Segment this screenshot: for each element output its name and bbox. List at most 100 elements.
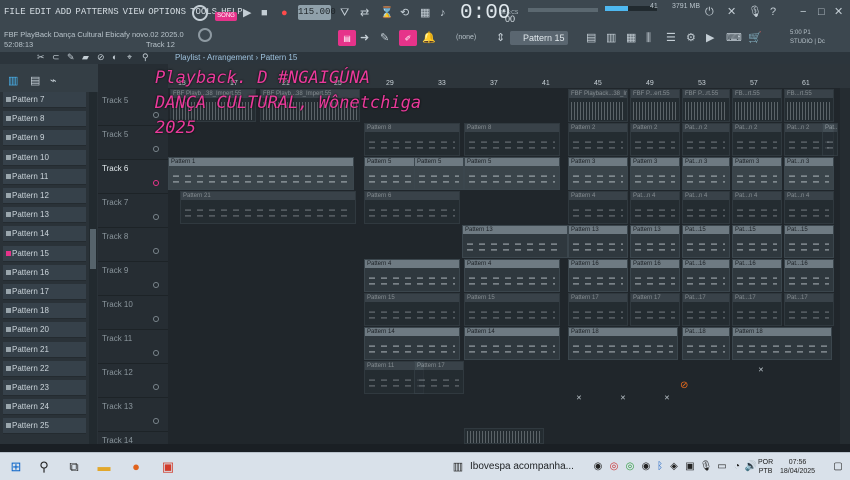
track-mute-dot[interactable] [153, 418, 159, 424]
pattern-item[interactable]: Pattern 13 [3, 207, 86, 224]
playlist-clip[interactable]: Pat...17 [732, 293, 782, 326]
paint-icon[interactable]: ▰ [82, 50, 89, 64]
pencil-icon[interactable]: ✎ [380, 31, 389, 45]
pattern-item[interactable]: Pattern 14 [3, 226, 86, 243]
playlist-clip[interactable]: Pat...n 4 [784, 191, 834, 224]
language-indicator[interactable]: POR PTB [758, 458, 773, 476]
playlist-clip[interactable]: Pattern 8 [464, 123, 560, 156]
track-header[interactable]: Track 13 [98, 398, 168, 432]
playlist-clip[interactable]: FB...rt.55 [732, 89, 782, 122]
playlist-clip[interactable]: Pat...15 [784, 225, 834, 258]
automation-icon[interactable]: ⌁ [50, 74, 57, 88]
windows-start-icon[interactable]: ⊞ [6, 457, 26, 477]
cart-icon[interactable]: 🛒 [748, 31, 762, 45]
pattern-item[interactable]: Pattern 22 [3, 360, 86, 377]
help-icon[interactable]: ? [770, 5, 776, 19]
pattern-item[interactable]: Pattern 24 [3, 399, 86, 416]
sliders-icon[interactable]: ⇕ [496, 31, 505, 45]
app-taskbar-icon[interactable]: ▣ [158, 457, 178, 477]
track-header[interactable]: Track 12 [98, 364, 168, 398]
menu-edit[interactable]: EDIT [30, 7, 52, 17]
mixer-icon[interactable]: ⫼ [646, 31, 651, 45]
minimize-icon[interactable]: − [800, 5, 806, 19]
countdown-icon[interactable]: ⌛ [380, 6, 394, 20]
stop-icon[interactable]: ■ [261, 6, 268, 20]
channel-rack-icon[interactable]: ▥ [606, 31, 616, 45]
track-header[interactable]: Track 9 [98, 262, 168, 296]
touch-icon[interactable]: ⌨ [726, 31, 742, 45]
song-mode-button[interactable]: SONG [215, 12, 237, 21]
playlist-clip[interactable]: Pattern 15 [364, 293, 460, 326]
file-explorer-icon[interactable]: ▬ [94, 457, 114, 477]
track-header[interactable]: Track 6 [98, 160, 168, 194]
slice-icon[interactable]: ⌖ [127, 50, 132, 64]
video-icon[interactable]: ▶ [706, 31, 714, 45]
pattern-selector[interactable]: Pattern 15 [510, 31, 568, 45]
playlist-clip[interactable]: FBF P...ert.55 [630, 89, 680, 122]
zoom-icon[interactable]: ⚲ [142, 50, 149, 64]
track-mute-dot[interactable] [153, 180, 159, 186]
playlist-clip[interactable]: Pattern 14 [464, 327, 560, 360]
playlist-clip[interactable]: Pat...15 [732, 225, 782, 258]
pattern-item[interactable]: Pattern 25 [3, 418, 86, 435]
search-icon[interactable]: ⚲ [34, 457, 54, 477]
record-icon[interactable]: ● [281, 6, 288, 20]
playlist-clip[interactable]: Pattern 21 [180, 191, 356, 224]
news-widget[interactable]: Ibovespa acompanha... [470, 461, 574, 472]
playlist-clip[interactable]: Pattern 1 [168, 157, 354, 190]
playlist-clip[interactable]: Pattern 5 [464, 157, 560, 190]
task-view-icon[interactable]: ⧉ [64, 457, 84, 477]
snap-button[interactable]: ▤ [338, 30, 356, 46]
playlist-clip[interactable]: Pat...n 4 [682, 191, 730, 224]
menu-file[interactable]: FILE [4, 7, 26, 17]
playlist-clip[interactable]: Pat...n 2 [682, 123, 730, 156]
playlist-clip[interactable]: Pat...17 [682, 293, 730, 326]
playlist-clip[interactable]: Pattern 18 [568, 327, 678, 360]
magnet-icon[interactable]: ⊂ [52, 50, 60, 64]
news-icon[interactable]: ▥ [448, 457, 468, 477]
track-mute-dot[interactable] [153, 214, 159, 220]
system-clock[interactable]: 07:56 18/04/2025 [780, 458, 815, 476]
playlist-clip[interactable]: Pattern 2 [568, 123, 628, 156]
piano-icon[interactable]: ▥ [8, 74, 18, 88]
playlist-clip[interactable]: Pattern 6 [364, 191, 460, 224]
playlist-clip[interactable]: Pat...n 2 [822, 123, 838, 156]
playlist-clip[interactable]: Pattern 3 [568, 157, 628, 190]
fl-studio-taskbar-icon[interactable]: ● [126, 457, 146, 477]
track-mute-dot[interactable] [153, 384, 159, 390]
blend-notes-icon[interactable]: ♪ [440, 6, 446, 20]
playlist-clip[interactable]: Pat...n 2 [732, 123, 782, 156]
pattern-item[interactable]: Pattern 18 [3, 303, 86, 320]
breadcrumb[interactable]: Playlist - Arrangement › Pattern 15 [175, 53, 297, 62]
playlist-clip[interactable]: Pattern 3 [630, 157, 680, 190]
playlist-clip[interactable]: Pattern 4 [464, 259, 560, 292]
pattern-item[interactable]: Pattern 10 [3, 149, 86, 166]
playlist-clip[interactable]: Pattern 17 [414, 361, 464, 394]
plugin-db-icon[interactable]: ⚙ [686, 31, 696, 45]
playlist-clip[interactable]: Pat...n 4 [630, 191, 680, 224]
track-mute-dot[interactable] [153, 350, 159, 356]
playlist-scrollbar[interactable] [840, 88, 850, 444]
playlist-clip[interactable]: Pat...n 3 [682, 157, 730, 190]
maximize-icon[interactable]: □ [818, 5, 825, 19]
playlist-grid[interactable]: FBF Playb...38_Impert.55 FBF Playb...38_I… [168, 88, 850, 444]
playlist-icon[interactable]: ▤ [586, 31, 596, 45]
playlist-clip[interactable]: Pattern 3 [732, 157, 782, 190]
playlist-clip[interactable]: Pattern 16 [630, 259, 680, 292]
snap-value[interactable]: (none) [456, 34, 476, 41]
pattern-item[interactable]: Pattern 11 [3, 168, 86, 185]
playlist-clip[interactable]: FB...rt.55 [784, 89, 834, 122]
pattern-item[interactable]: Pattern 23 [3, 380, 86, 396]
mic-icon[interactable]: 🎙 [748, 5, 762, 19]
piano-roll-icon[interactable]: ▦ [626, 31, 636, 45]
track-header[interactable]: Track 11 [98, 330, 168, 364]
playlist-clip[interactable]: Pattern 4 [568, 191, 628, 224]
playlist-clip[interactable] [464, 428, 544, 444]
playlist-clip[interactable]: Pattern 13 [462, 225, 568, 258]
draw-icon[interactable]: ✎ [67, 50, 75, 64]
track-mute-dot[interactable] [153, 316, 159, 322]
delete-icon[interactable]: ⊘ [97, 50, 105, 64]
browser-icon[interactable]: ☰ [666, 31, 676, 45]
pattern-item[interactable]: Pattern 9 [3, 130, 86, 147]
notifications-icon[interactable]: ▢ [828, 457, 848, 477]
